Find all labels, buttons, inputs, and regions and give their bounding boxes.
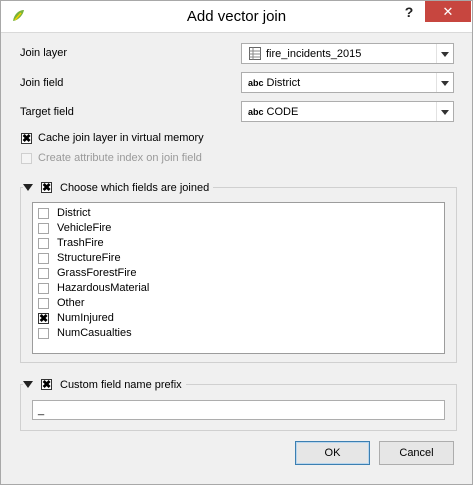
create-index-label: Create attribute index on join field <box>38 152 202 164</box>
cache-join-label: Cache join layer in virtual memory <box>38 132 204 144</box>
field-name: HazardousMaterial <box>57 282 150 294</box>
collapse-triangle-icon[interactable] <box>23 184 33 191</box>
ok-button[interactable]: OK <box>295 441 370 465</box>
field-name: VehicleFire <box>57 222 112 234</box>
fields-group-checkbox[interactable]: ✖ <box>41 182 52 194</box>
prefix-input[interactable]: _ <box>32 400 445 420</box>
target-field-select[interactable]: abc CODE <box>241 101 454 122</box>
field-checkbox[interactable] <box>38 268 49 279</box>
fields-group-title: Choose which fields are joined <box>60 181 210 194</box>
chevron-down-icon[interactable] <box>436 44 453 63</box>
close-button[interactable]: ✕ <box>425 1 471 22</box>
field-name: TrashFire <box>57 237 104 249</box>
add-vector-join-dialog: Add vector join ? ✕ Join layer fire_inci… <box>0 0 473 485</box>
field-checkbox[interactable] <box>38 223 49 234</box>
field-name: StructureFire <box>57 252 121 264</box>
string-type-icon: abc <box>248 78 264 88</box>
help-button[interactable]: ? <box>394 1 424 23</box>
target-field-value: CODE <box>266 106 299 118</box>
join-layer-label: Join layer <box>20 47 68 59</box>
join-field-select[interactable]: abc District <box>241 72 454 93</box>
cancel-button[interactable]: Cancel <box>379 441 454 465</box>
target-field-label: Target field <box>20 106 74 118</box>
field-name: NumInjured <box>57 312 114 324</box>
field-list: District VehicleFire TrashFire Structure… <box>32 202 445 354</box>
field-name: Other <box>57 297 85 309</box>
field-checkbox[interactable] <box>38 253 49 264</box>
join-layer-value: fire_incidents_2015 <box>266 48 362 60</box>
field-checkbox[interactable] <box>38 328 49 339</box>
title-bar: Add vector join ? ✕ <box>1 1 472 33</box>
field-name: NumCasualties <box>57 327 132 339</box>
string-type-icon: abc <box>248 107 264 117</box>
field-checkbox[interactable] <box>38 283 49 294</box>
field-name: GrassForestFire <box>57 267 137 279</box>
cache-join-checkbox[interactable]: ✖ <box>21 133 32 145</box>
join-layer-select[interactable]: fire_incidents_2015 <box>241 43 454 64</box>
field-checkbox[interactable] <box>38 238 49 249</box>
collapse-triangle-icon[interactable] <box>23 381 33 388</box>
prefix-group-checkbox[interactable]: ✖ <box>41 379 52 391</box>
field-checkbox[interactable] <box>38 208 49 219</box>
join-field-value: District <box>266 77 301 89</box>
chevron-down-icon[interactable] <box>436 73 453 92</box>
field-checkbox[interactable] <box>38 298 49 309</box>
field-name: District <box>57 207 91 219</box>
join-field-label: Join field <box>20 77 64 89</box>
chevron-down-icon[interactable] <box>436 102 453 121</box>
prefix-group-header: ✖ Custom field name prefix <box>23 377 186 392</box>
prefix-group-title: Custom field name prefix <box>60 378 182 391</box>
create-index-checkbox[interactable] <box>21 153 32 164</box>
table-layer-icon <box>249 47 261 60</box>
fields-group-header: ✖ Choose which fields are joined <box>23 180 214 195</box>
field-checkbox[interactable]: ✖ <box>38 313 49 325</box>
